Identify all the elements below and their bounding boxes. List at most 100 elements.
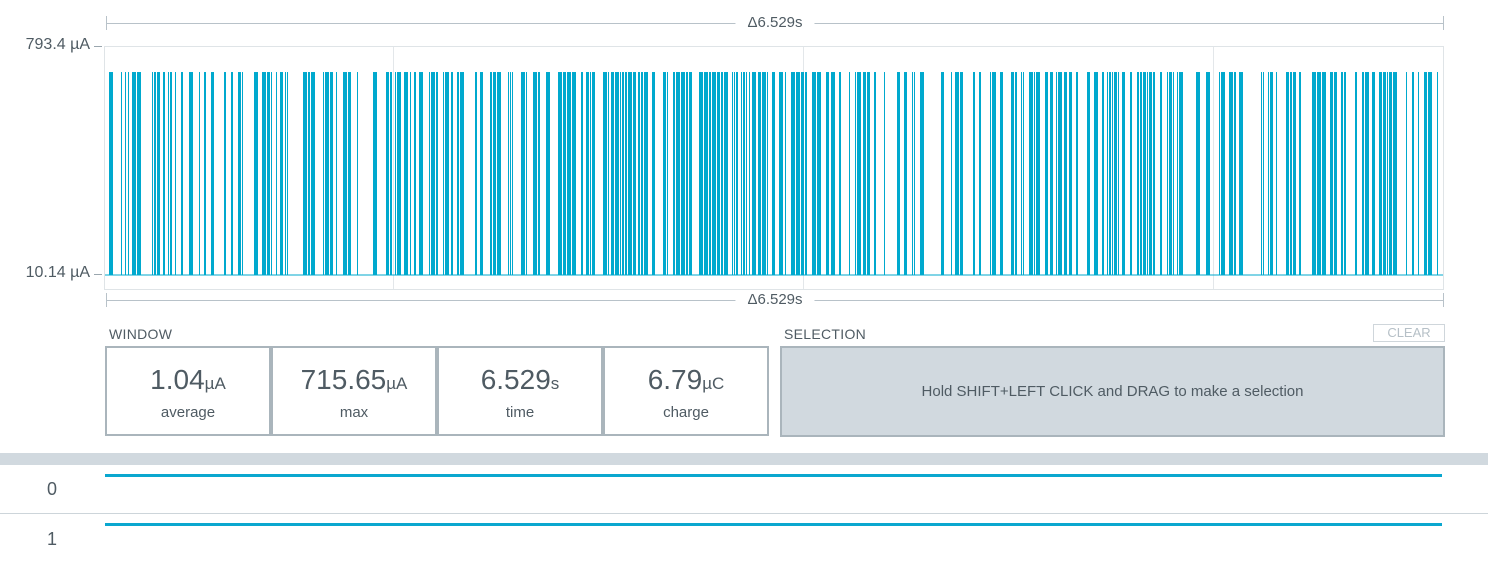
- current-pulse: [874, 72, 876, 275]
- current-pulse: [287, 72, 288, 275]
- current-pulse: [785, 72, 786, 275]
- current-pulse: [1169, 72, 1172, 275]
- current-pulse: [311, 72, 315, 275]
- current-pulse: [676, 72, 680, 275]
- current-pulse: [1058, 72, 1062, 275]
- stat-charge: 6.79µC charge: [603, 346, 769, 436]
- selection-panel[interactable]: Hold SHIFT+LEFT CLICK and DRAG to make a…: [780, 346, 1445, 437]
- current-pulse: [357, 72, 358, 275]
- current-pulse: [608, 72, 609, 275]
- current-pulse: [736, 72, 738, 275]
- current-pulse: [431, 72, 435, 275]
- stat-value-line: 715.65µA: [273, 364, 435, 400]
- current-pulse: [897, 72, 900, 275]
- current-pulse: [512, 72, 513, 275]
- current-pulse: [1034, 72, 1035, 275]
- current-pulse: [410, 72, 411, 275]
- current-pulse: [154, 72, 156, 275]
- stat-caption: time: [505, 404, 535, 421]
- current-pulse: [1122, 72, 1125, 275]
- current-pulse: [791, 72, 795, 275]
- current-pulse: [767, 72, 768, 275]
- current-pulse: [121, 72, 122, 275]
- y-axis-max-label: 793.4 µA: [25, 36, 90, 53]
- current-pulse: [414, 72, 416, 275]
- current-pulse: [734, 72, 735, 275]
- current-pulse: [168, 72, 169, 275]
- current-pulse: [992, 72, 996, 275]
- current-pulse: [373, 72, 377, 275]
- current-pulse: [772, 72, 775, 275]
- current-pulse: [704, 72, 708, 275]
- current-pulse: [285, 72, 286, 275]
- current-pulse: [904, 72, 907, 275]
- ruler-right-tick: [1443, 16, 1444, 30]
- current-pulse: [817, 72, 821, 275]
- current-pulse: [867, 72, 870, 275]
- current-pulse: [1418, 72, 1419, 275]
- current-pulse: [211, 72, 214, 275]
- current-pulse: [1153, 72, 1155, 275]
- stat-unit: µC: [702, 374, 725, 393]
- current-pulse: [749, 72, 750, 275]
- current-pulse: [912, 72, 913, 275]
- current-pulse: [689, 72, 692, 275]
- current-pulse: [199, 72, 200, 275]
- current-pulse: [390, 72, 392, 275]
- current-pulse: [323, 72, 324, 275]
- current-pulse: [276, 72, 277, 275]
- channel-row-separator: [0, 513, 1488, 514]
- panel-resize-divider[interactable]: [0, 453, 1488, 465]
- current-pulse: [620, 72, 621, 275]
- current-pulse: [1412, 72, 1414, 275]
- current-pulse: [1383, 72, 1386, 275]
- current-pulse: [1114, 72, 1117, 275]
- current-pulse: [1263, 72, 1264, 275]
- current-pulse: [429, 72, 430, 275]
- current-pulse: [796, 72, 800, 275]
- stat-caption: average: [160, 404, 216, 421]
- current-pulse: [1149, 72, 1152, 275]
- current-pulse: [1173, 72, 1174, 275]
- current-pulse: [175, 72, 176, 275]
- current-pulse: [955, 72, 959, 275]
- current-pulse: [1330, 72, 1333, 275]
- current-pulse: [152, 72, 153, 275]
- current-pulse: [1069, 72, 1072, 275]
- current-pulse: [1276, 72, 1277, 275]
- current-pulse: [443, 72, 444, 275]
- stat-average: 1.04µA average: [105, 346, 271, 436]
- current-pulse: [1229, 72, 1233, 275]
- current-pulse: [546, 72, 550, 275]
- current-pulse: [590, 72, 591, 275]
- current-pulse: [204, 72, 206, 275]
- top-time-ruler: Δ6.529s: [106, 14, 1444, 31]
- current-pulse: [330, 72, 333, 275]
- current-chart[interactable]: [104, 46, 1444, 290]
- current-pulse: [336, 72, 337, 275]
- current-pulse: [855, 72, 856, 275]
- current-pulse: [1312, 72, 1316, 275]
- current-pulse: [779, 72, 783, 275]
- current-pulse: [1206, 72, 1210, 275]
- current-pulse: [979, 72, 981, 275]
- clear-selection-button[interactable]: CLEAR: [1373, 324, 1445, 342]
- current-pulse: [644, 72, 648, 275]
- current-pulse: [490, 72, 492, 275]
- current-pulse: [238, 72, 241, 275]
- current-pulse: [951, 72, 952, 275]
- current-pulse: [1029, 72, 1033, 275]
- current-pulse: [231, 72, 233, 275]
- current-pulse: [839, 72, 841, 275]
- current-pulse: [1179, 72, 1183, 275]
- current-pulse: [863, 72, 866, 275]
- current-trace-svg: [105, 72, 1443, 276]
- current-pulse: [805, 72, 807, 275]
- current-pulse: [1107, 72, 1108, 275]
- current-pulse: [1372, 72, 1375, 275]
- current-pulse: [633, 72, 636, 275]
- current-pulse: [1270, 72, 1273, 275]
- current-pulse: [831, 72, 835, 275]
- current-pulse: [1389, 72, 1392, 275]
- current-pulse: [457, 72, 459, 275]
